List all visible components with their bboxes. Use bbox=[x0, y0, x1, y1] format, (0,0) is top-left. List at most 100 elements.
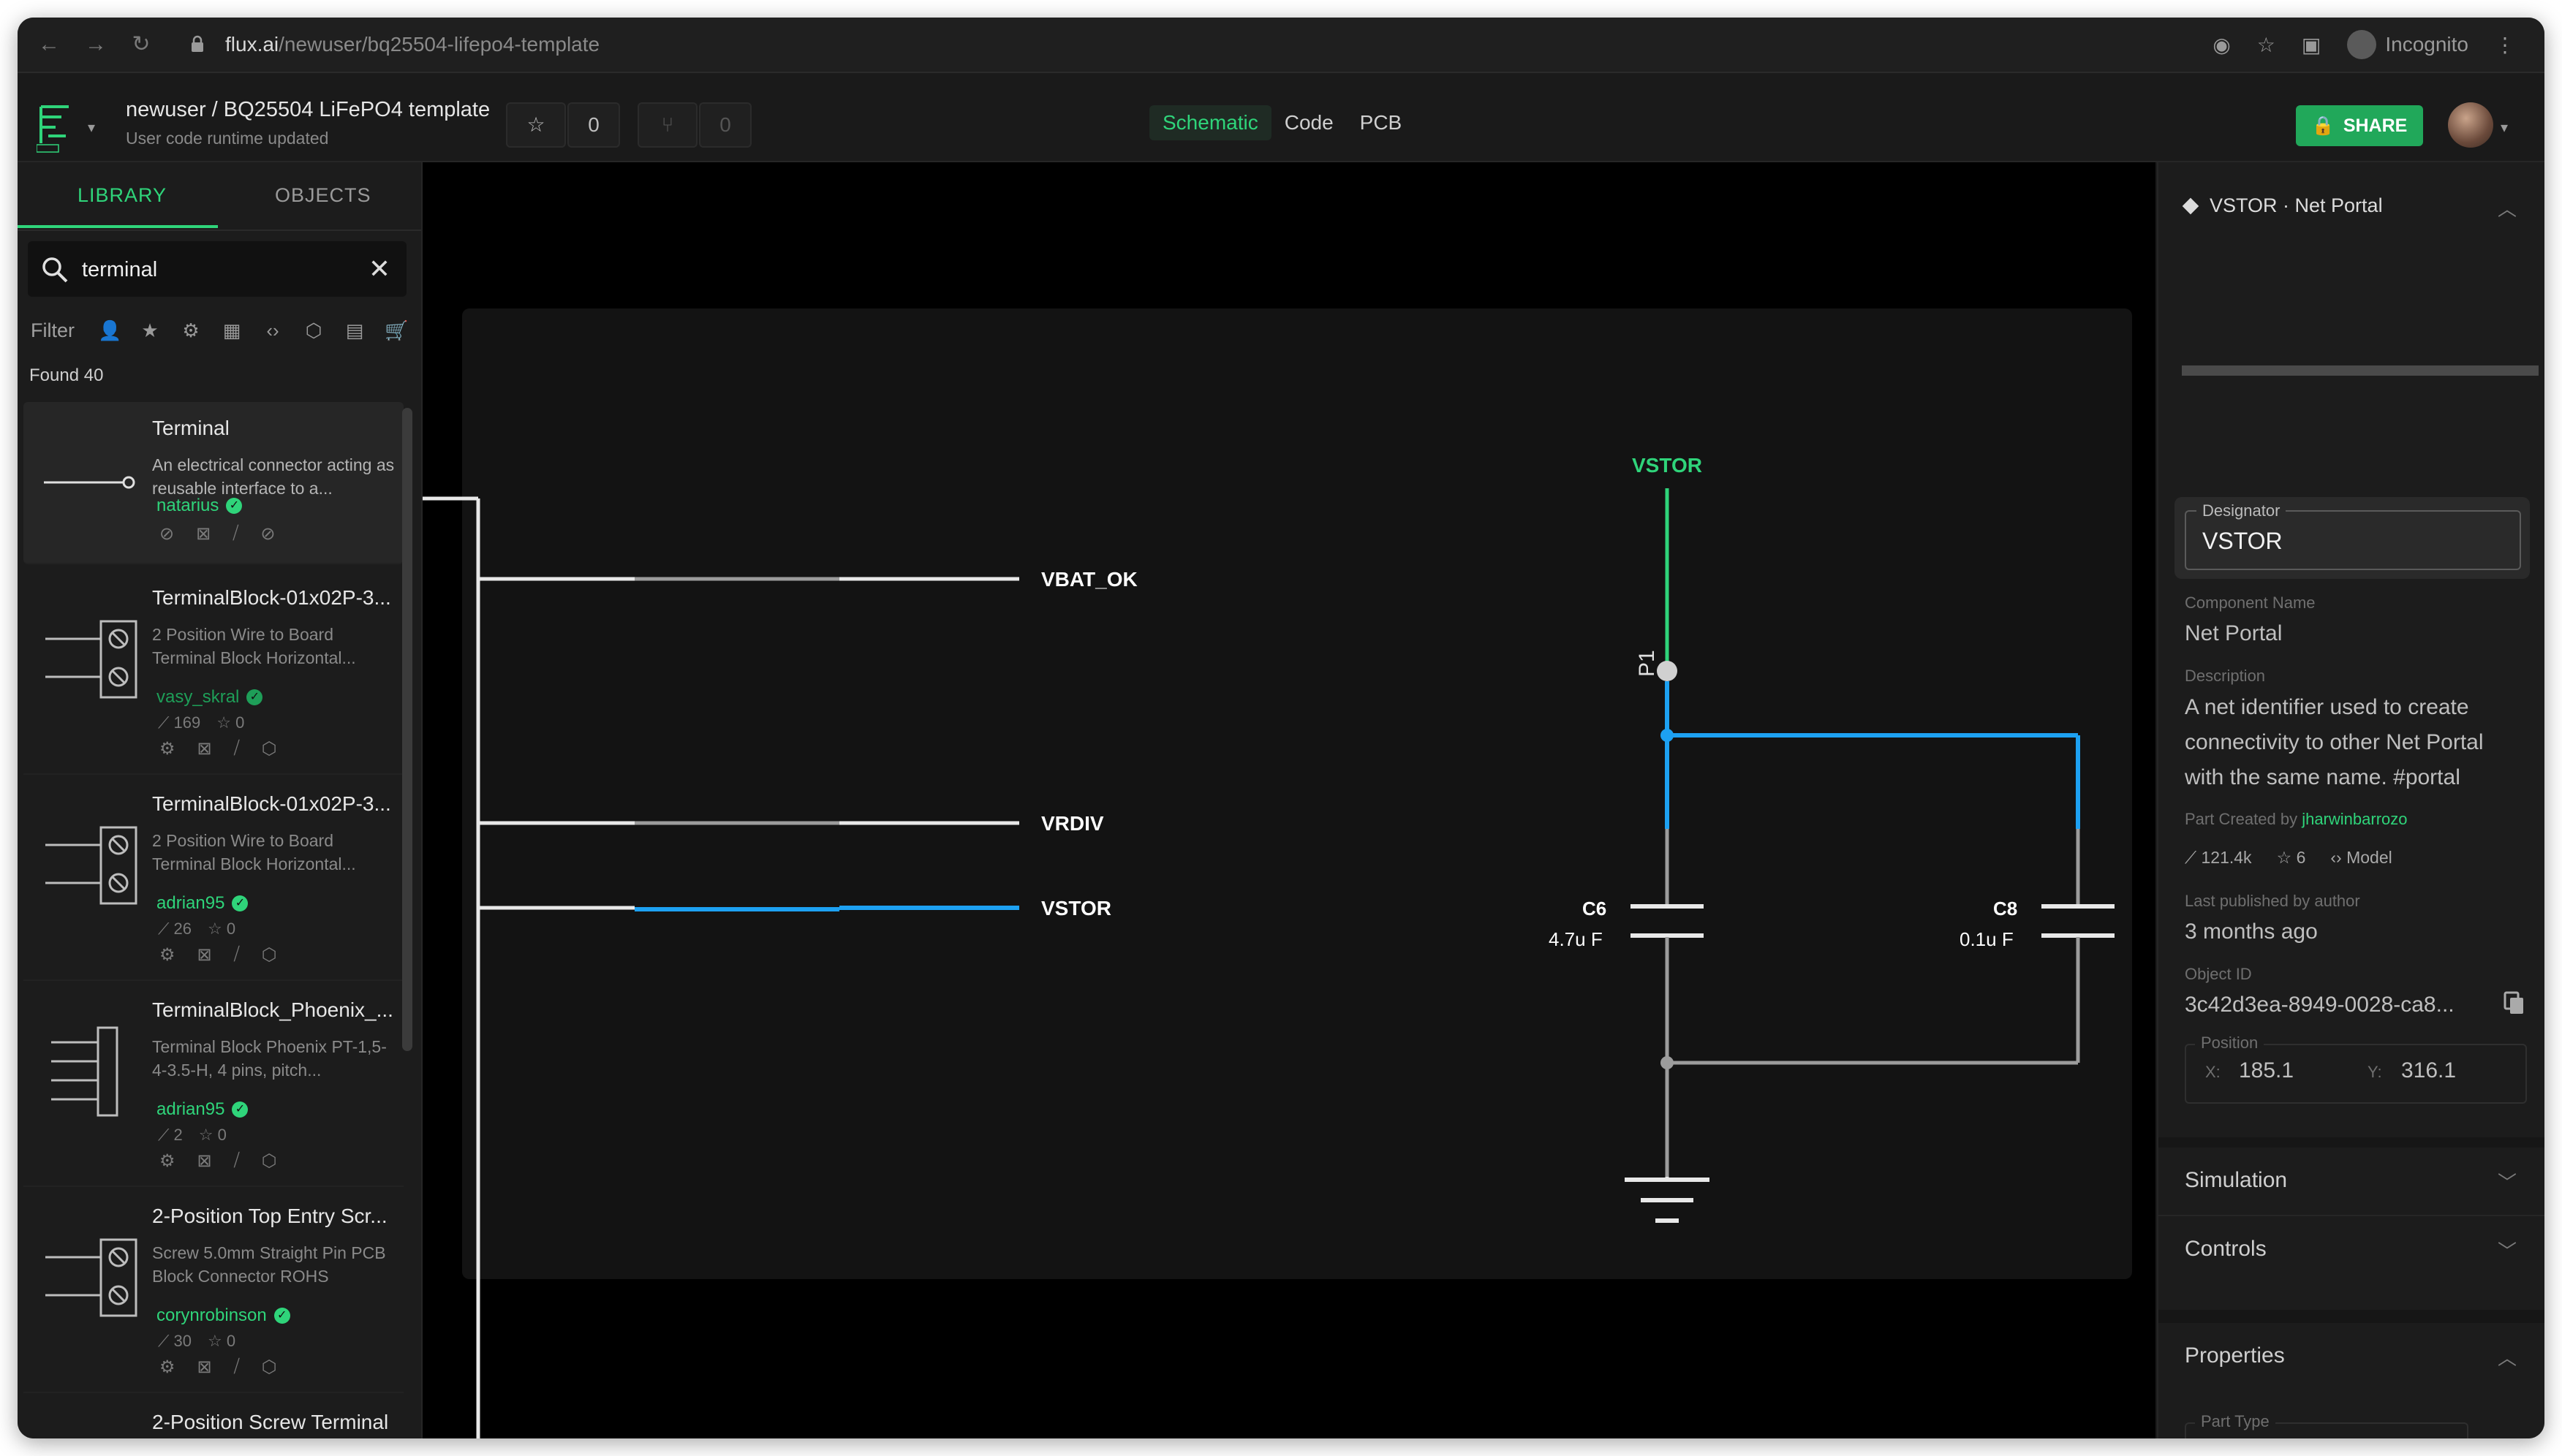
x-value[interactable]: 185.1 bbox=[2239, 1058, 2294, 1083]
back-icon[interactable]: ← bbox=[37, 32, 61, 57]
y-value[interactable]: 316.1 bbox=[2401, 1058, 2456, 1083]
net-vrdiv[interactable]: VRDIV bbox=[478, 812, 1104, 835]
item-badges: ⚙ ⊠ ⧸ ⬡ bbox=[159, 738, 277, 759]
address-bar[interactable]: flux.ai/newuser/bq25504-lifepo4-template bbox=[225, 29, 2251, 60]
section-controls[interactable]: Controls ﹀ bbox=[2158, 1215, 2544, 1284]
x-label: X: bbox=[2205, 1063, 2221, 1081]
browser-toolbar: ← → ↻ flux.ai/newuser/bq25504-lifepo4-te… bbox=[18, 18, 2544, 73]
kebab-menu-icon[interactable]: ⋮ bbox=[2495, 33, 2515, 57]
part-type-field[interactable]: Part Type bbox=[2185, 1412, 2468, 1438]
breadcrumb[interactable]: newuser / BQ25504 LiFePO4 template bbox=[126, 98, 490, 122]
reload-icon[interactable]: ↻ bbox=[129, 32, 154, 57]
list-item[interactable]: TerminalBlock_Phoenix_... Terminal Block… bbox=[23, 984, 404, 1187]
published-value: 3 months ago bbox=[2185, 920, 2318, 944]
chip-icon: ⚙ bbox=[159, 1151, 175, 1171]
star-filter-icon[interactable]: ★ bbox=[139, 319, 161, 341]
stars-stat[interactable]: ☆ 6 bbox=[2277, 848, 2306, 868]
app-header: ▾ newuser / BQ25504 LiFePO4 template Use… bbox=[18, 73, 2544, 162]
net-vbat-ok[interactable]: VBAT_OK bbox=[478, 568, 1138, 591]
verified-icon: ✓ bbox=[273, 1308, 290, 1324]
item-description: Terminal Block Phoenix PT-1,5-4-3.5-H, 4… bbox=[152, 1037, 387, 1080]
object-id-label: Object ID bbox=[2185, 965, 2252, 983]
pdf-filter-icon[interactable]: ▤ bbox=[344, 319, 366, 341]
c6-value: 4.7u F bbox=[1549, 928, 1603, 950]
forward-icon[interactable]: → bbox=[83, 32, 108, 57]
item-description: Screw 5.0mm Straight Pin PCB Block Conne… bbox=[152, 1243, 386, 1286]
item-description: 2 Position Wire to Board Terminal Block … bbox=[152, 831, 356, 873]
library-scrollbar[interactable] bbox=[402, 408, 412, 1051]
views-stat: ⟋ 2 bbox=[158, 1126, 183, 1145]
bookmark-star-icon[interactable]: ☆ bbox=[2257, 33, 2275, 57]
item-author[interactable]: vasy_skral ✓ bbox=[156, 687, 263, 708]
component-name-label: Component Name bbox=[2185, 594, 2316, 612]
cart-filter-icon[interactable]: 🛒 bbox=[385, 319, 408, 341]
created-by-link[interactable]: jharwinbarrozo bbox=[2302, 810, 2407, 828]
position-field[interactable]: Position X: 185.1 Y: 316.1 bbox=[2185, 1034, 2527, 1104]
trend-icon: ⟋ bbox=[158, 1332, 174, 1350]
list-item[interactable]: 2-Position Top Entry Scr... Screw 5.0mm … bbox=[23, 1190, 404, 1393]
designator-field[interactable]: Designator VSTOR bbox=[2185, 501, 2521, 570]
avatar-caret-icon[interactable]: ▾ bbox=[2501, 118, 2508, 137]
logo-caret-icon[interactable]: ▾ bbox=[88, 118, 95, 137]
section-properties[interactable]: Properties ︿ bbox=[2158, 1310, 2544, 1390]
capacitor-c8[interactable]: C8 0.1u F bbox=[1960, 898, 2115, 950]
ground-symbol[interactable] bbox=[1625, 1178, 1709, 1223]
net-label-vrdiv: VRDIV bbox=[1041, 812, 1104, 835]
sidepanel-icon[interactable]: ▣ bbox=[2302, 33, 2321, 57]
code-filter-icon[interactable]: ‹› bbox=[262, 319, 284, 341]
net-vstor[interactable]: VSTOR bbox=[478, 897, 1111, 920]
flux-logo-icon[interactable] bbox=[37, 102, 80, 153]
fork-button[interactable]: ⑂ bbox=[638, 102, 698, 148]
tab-code[interactable]: Code bbox=[1271, 105, 1347, 140]
no-link-icon: ⧸ bbox=[233, 944, 240, 964]
views-stat: ⟋ 30 bbox=[158, 1332, 192, 1351]
share-button[interactable]: 🔒 SHARE bbox=[2296, 105, 2423, 146]
chip-icon: ⚙ bbox=[159, 739, 175, 759]
item-author[interactable]: corynrobinson ✓ bbox=[156, 1305, 290, 1326]
url-host: flux.ai bbox=[225, 33, 279, 56]
cube-filter-icon[interactable]: ⬡ bbox=[303, 319, 325, 341]
list-item[interactable]: TerminalBlock-01x02P-3... 2 Position Wir… bbox=[23, 572, 404, 775]
list-item[interactable]: Terminal An electrical connector acting … bbox=[23, 402, 404, 564]
model-link[interactable]: ‹› Model bbox=[2330, 848, 2392, 868]
no-footprint-icon: ⊠ bbox=[197, 1357, 212, 1377]
designator-value: VSTOR bbox=[2202, 528, 2283, 554]
item-author[interactable]: adrian95 ✓ bbox=[156, 893, 249, 914]
trend-icon: ⟋ bbox=[158, 1126, 174, 1144]
chevron-up-icon[interactable]: ︿ bbox=[2498, 194, 2517, 221]
verified-icon: ✓ bbox=[232, 895, 249, 911]
c6-ref: C6 bbox=[1582, 898, 1606, 920]
capacitor-c6[interactable]: C6 4.7u F bbox=[1549, 898, 1704, 950]
share-label: SHARE bbox=[2343, 115, 2408, 136]
stars-stat: ☆ 0 bbox=[216, 713, 244, 732]
user-filter-icon[interactable]: 👤 bbox=[98, 319, 121, 341]
verified-icon: ✓ bbox=[232, 1102, 249, 1118]
item-author[interactable]: natarius ✓ bbox=[156, 496, 243, 516]
schematic-canvas[interactable]: VBAT_OK VRDIV VSTOR VSTOR P1 C6 4.7u F C… bbox=[423, 162, 2155, 1438]
copy-icon[interactable] bbox=[2504, 991, 2525, 1016]
stars-count: 0 bbox=[226, 920, 236, 938]
filter-label: Filter bbox=[31, 319, 75, 341]
net-portal-vstor[interactable]: VSTOR P1 bbox=[1632, 454, 1702, 681]
item-description: 2 Position Wire to Board Terminal Block … bbox=[152, 625, 356, 667]
item-author[interactable]: adrian95 ✓ bbox=[156, 1099, 249, 1120]
cube-icon: ⬡ bbox=[261, 1357, 277, 1377]
tab-pcb[interactable]: PCB bbox=[1347, 105, 1416, 140]
chevron-down-icon: ﹀ bbox=[2497, 1240, 2517, 1262]
tab-schematic[interactable]: Schematic bbox=[1149, 105, 1271, 140]
cube-icon: ⬡ bbox=[261, 945, 277, 965]
section-simulation[interactable]: Simulation ﹀ bbox=[2158, 1137, 2544, 1215]
tab-library[interactable]: LIBRARY bbox=[78, 184, 167, 207]
tab-objects[interactable]: OBJECTS bbox=[275, 184, 371, 207]
list-item[interactable]: 2-Position Screw Terminal bbox=[23, 1396, 404, 1438]
eye-off-icon[interactable]: ◉ bbox=[2213, 33, 2230, 57]
footprint-filter-icon[interactable]: ▦ bbox=[221, 319, 243, 341]
incognito-profile[interactable]: Incognito bbox=[2347, 30, 2468, 59]
chip-filter-icon[interactable]: ⚙ bbox=[180, 319, 202, 341]
avatar[interactable] bbox=[2448, 102, 2493, 148]
star-icon: ☆ bbox=[198, 1126, 218, 1144]
list-item[interactable]: TerminalBlock-01x02P-3... 2 Position Wir… bbox=[23, 778, 404, 981]
search-input[interactable] bbox=[80, 251, 361, 288]
star-button[interactable]: ☆ bbox=[506, 102, 566, 148]
close-icon[interactable]: ✕ bbox=[369, 254, 390, 284]
